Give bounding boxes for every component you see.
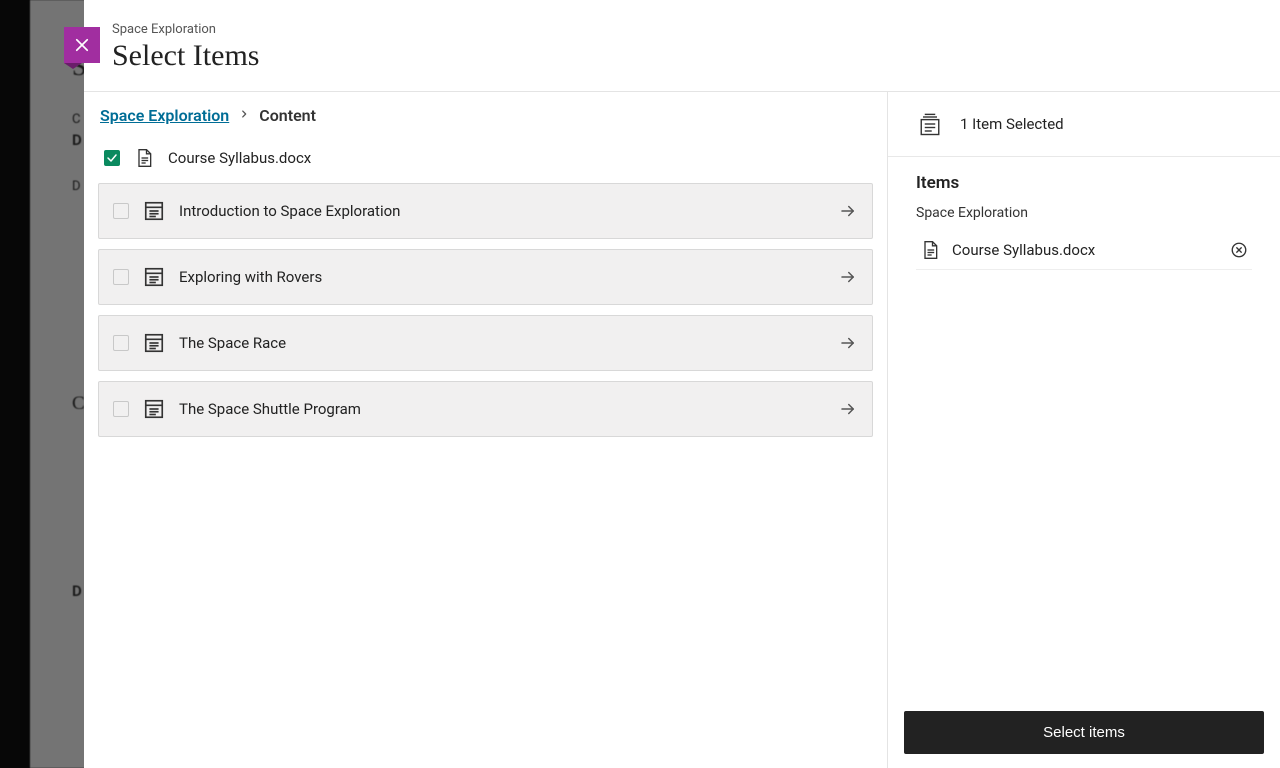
module-row[interactable]: Introduction to Space Exploration	[98, 183, 873, 239]
select-items-modal: Space Exploration Select Items Space Exp…	[84, 0, 1280, 768]
selection-group-label: Space Exploration	[916, 205, 1252, 221]
breadcrumb-current: Content	[259, 106, 316, 125]
module-title-label: The Space Shuttle Program	[179, 400, 824, 418]
selected-item-name: Course Syllabus.docx	[952, 241, 1218, 259]
module-icon	[143, 398, 165, 420]
close-button[interactable]	[64, 27, 100, 63]
selected-item-row: Course Syllabus.docx	[916, 231, 1252, 270]
file-item-row[interactable]: Course Syllabus.docx	[98, 139, 873, 183]
selection-body: Items Space Exploration Course Syllabus.…	[888, 157, 1280, 697]
module-checkbox[interactable]	[113, 203, 129, 219]
module-row[interactable]: The Space Race	[98, 315, 873, 371]
breadcrumb: Space Exploration Content	[98, 106, 873, 125]
items-heading: Items	[916, 173, 1252, 193]
module-icon	[143, 200, 165, 222]
arrow-right-icon[interactable]	[838, 268, 858, 286]
selection-footer: Select items	[888, 697, 1280, 768]
chevron-right-icon	[239, 106, 249, 125]
remove-icon	[1230, 241, 1248, 259]
breadcrumb-root-link[interactable]: Space Exploration	[100, 106, 229, 125]
selection-count-label: 1 Item Selected	[960, 115, 1064, 133]
module-title-label: The Space Race	[179, 334, 824, 352]
modal-body: Space Exploration Content Course Syllabu…	[84, 92, 1280, 768]
selection-header: 1 Item Selected	[888, 92, 1280, 157]
modal-title: Select Items	[112, 39, 1252, 73]
arrow-right-icon[interactable]	[838, 202, 858, 220]
file-checkbox[interactable]	[104, 150, 120, 166]
module-row[interactable]: The Space Shuttle Program	[98, 381, 873, 437]
collection-icon	[916, 108, 944, 140]
file-name-label: Course Syllabus.docx	[168, 149, 311, 167]
arrow-right-icon[interactable]	[838, 334, 858, 352]
document-icon	[134, 147, 154, 169]
module-row[interactable]: Exploring with Rovers	[98, 249, 873, 305]
remove-item-button[interactable]	[1230, 241, 1248, 259]
module-title-label: Introduction to Space Exploration	[179, 202, 824, 220]
module-icon	[143, 266, 165, 288]
module-checkbox[interactable]	[113, 401, 129, 417]
module-checkbox[interactable]	[113, 269, 129, 285]
module-icon	[143, 332, 165, 354]
arrow-right-icon[interactable]	[838, 400, 858, 418]
module-title-label: Exploring with Rovers	[179, 268, 824, 286]
modal-context-label: Space Exploration	[112, 22, 1252, 37]
document-icon	[920, 239, 940, 261]
selection-pane: 1 Item Selected Items Space Exploration …	[888, 92, 1280, 768]
select-items-button[interactable]: Select items	[904, 711, 1264, 754]
content-browser-pane: Space Exploration Content Course Syllabu…	[84, 92, 888, 768]
module-checkbox[interactable]	[113, 335, 129, 351]
close-icon	[73, 36, 91, 54]
check-icon	[106, 152, 118, 164]
modal-header: Space Exploration Select Items	[84, 0, 1280, 92]
